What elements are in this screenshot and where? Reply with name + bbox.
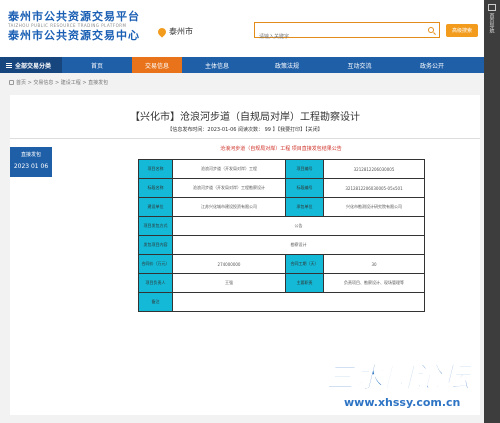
table-cell-label: 项目编号 (285, 159, 324, 179)
sidebar-home-button[interactable]: 首页导航 (484, 0, 500, 40)
site-logo[interactable]: 泰州市公共资源交易平台 TAIZHOU PUBLIC RESOURCE TRAD… (8, 10, 158, 42)
table-cell: 勘察设计 (172, 235, 425, 255)
search-box (254, 22, 440, 44)
search-icon (428, 27, 434, 33)
table-cell-label: 项目发包方式 (138, 216, 173, 236)
table-cell: 3212812206030005-05x501 (323, 178, 425, 198)
table-cell: 30 (323, 254, 425, 274)
table-cell-label: 承包单位 (285, 197, 324, 217)
home-icon (9, 80, 14, 85)
all-categories-label: 全部交易分类 (15, 62, 52, 70)
table-cell: 兴化市勘测设计研究院有限公司 (323, 197, 425, 217)
table-cell: 沧浪河步道（开发局对岸）工程 (172, 159, 286, 179)
main-nav: 全部交易分类 首页 交易信息 主体信息 政策法规 互动交流 政务公开 (0, 57, 484, 73)
table-cell: 3212812206030005 (323, 159, 425, 179)
table-cell (172, 292, 425, 312)
table-cell: 负责项目、勘察设计、现场管理等 (323, 273, 425, 293)
advanced-search-button[interactable]: 高级搜索 (446, 24, 478, 37)
table-cell: 274000000 (172, 254, 286, 274)
watermark-text: 三水园论坛 (326, 361, 472, 394)
search-button[interactable] (423, 23, 439, 37)
page: 泰州市公共资源交易平台 TAIZHOU PUBLIC RESOURCE TRAD… (0, 0, 500, 423)
table-row: 发包项目内容 勘察设计 (138, 235, 425, 255)
table-cell-label: 发包项目内容 (138, 235, 173, 255)
table-cell: 江苏兴化城市建设投资有限公司 (172, 197, 286, 217)
result-table: 项目名称 沧浪河步道（开发局对岸）工程 项目编号 321281220603000… (138, 159, 425, 312)
notice-meta: 【信息发布时间：2023-01-06 阅读次数： 99 】【我要打印】【关闭】 (167, 127, 323, 133)
city-label: 泰州市 (169, 27, 193, 36)
right-sidebar: 首页导航 (484, 0, 500, 423)
table-cell-label: 标段编号 (285, 178, 324, 198)
date-badge: 直接发包 2023 01 06 (10, 147, 52, 177)
table-cell-label: 建设单位 (138, 197, 173, 217)
date-badge-label: 直接发包 (20, 152, 41, 158)
search-input[interactable] (255, 30, 420, 44)
nav-item-interaction[interactable]: 互动交流 (322, 57, 397, 73)
date-badge-date: 2023 01 06 (13, 163, 49, 170)
logo-title-cn: 泰州市公共资源交易平台 (8, 10, 140, 23)
watermark: 三水园论坛 www.xhssy.com.cn (326, 361, 484, 420)
watermark-url: www.xhssy.com.cn (344, 396, 461, 409)
table-row: 项目发包方式 公告 (138, 216, 425, 236)
table-cell-label: 项目负责人 (138, 273, 173, 293)
table-row: 建设单位 江苏兴化城市建设投资有限公司 承包单位 兴化市勘测设计研究院有限公司 (138, 197, 425, 217)
nav-item-policies[interactable]: 政策法规 (252, 57, 322, 73)
table-row: 项目负责人 王强 主要职责 负责项目、勘察设计、现场管理等 (138, 273, 425, 293)
city-selector[interactable]: 泰州市 (156, 25, 193, 38)
table-cell: 公告 (172, 216, 425, 236)
menu-icon (6, 62, 12, 68)
table-row: 项目名称 沧浪河步道（开发局对岸）工程 项目编号 321281220603000… (138, 159, 425, 179)
page-title: 【兴化市】沧浪河步道（自规局对岸）工程勘察设计 (130, 112, 360, 123)
table-cell-label: 合同工期（天） (285, 254, 324, 274)
table-cell: 沧浪河步道（开发局对岸）工程勘察设计 (172, 178, 286, 198)
sidebar-home-label: 首页导航 (488, 13, 495, 33)
announcement-title: 沧浪河步道（自规局对岸）工程 项目直接发包结果公告 (220, 146, 342, 152)
location-pin-icon (156, 25, 168, 38)
nav-item-entity-info[interactable]: 主体信息 (182, 57, 252, 73)
table-row: 合同价（万元） 274000000 合同工期（天） 30 (138, 254, 425, 274)
logo-subtitle-cn: 泰州市公共资源交易中心 (8, 29, 140, 42)
table-cell: 王强 (172, 273, 286, 293)
nav-item-trading-info[interactable]: 交易信息 (132, 57, 182, 73)
home-icon (488, 4, 496, 11)
breadcrumb-text[interactable]: 首页 > 交易信息 > 建设工程 > 直接发包 (16, 79, 108, 86)
nav-item-government-affairs[interactable]: 政务公开 (397, 57, 467, 73)
table-cell-label: 项目名称 (138, 159, 173, 179)
breadcrumb: 首页 > 交易信息 > 建设工程 > 直接发包 (9, 79, 108, 86)
site-header: 泰州市公共资源交易平台 TAIZHOU PUBLIC RESOURCE TRAD… (0, 0, 484, 57)
table-row: 标段名称 沧浪河步道（开发局对岸）工程勘察设计 标段编号 32128122060… (138, 178, 425, 198)
nav-item-home[interactable]: 首页 (62, 57, 132, 73)
table-cell-label: 合同价（万元） (138, 254, 173, 274)
divider (10, 138, 480, 139)
table-cell-label: 备注 (138, 292, 173, 312)
table-cell-label: 标段名称 (138, 178, 173, 198)
all-categories-button[interactable]: 全部交易分类 (0, 57, 62, 73)
table-cell-label: 主要职责 (285, 273, 324, 293)
table-row: 备注 (138, 292, 425, 312)
